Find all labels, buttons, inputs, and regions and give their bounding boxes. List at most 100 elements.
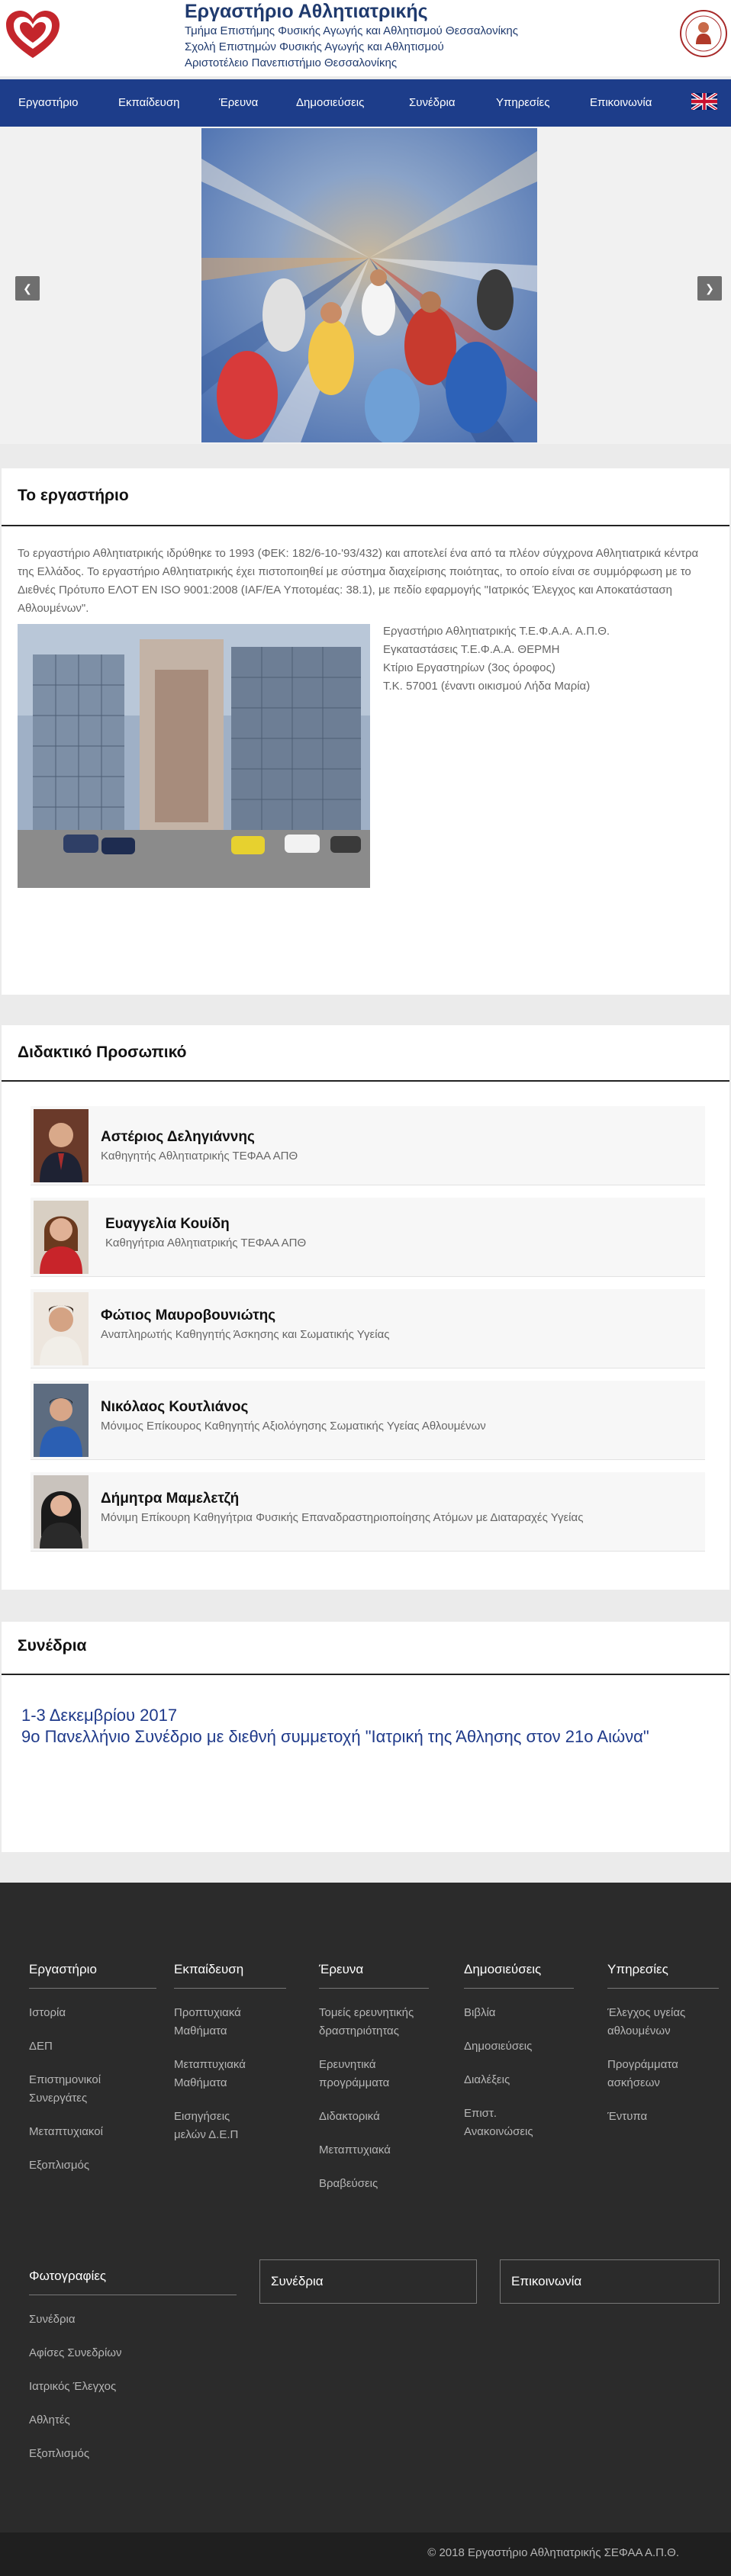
- staff-card[interactable]: Αστέριος Δεληγιάννης Καθηγητής Αθλητιατρ…: [31, 1106, 705, 1185]
- lab-address: Εργαστήριο Αθλητιατρικής Τ.Ε.Φ.Α.Α. Α.Π.…: [383, 622, 610, 696]
- staff-photo: [34, 1109, 89, 1182]
- footer-conferences-box[interactable]: Συνέδρια: [259, 2259, 477, 2304]
- lab-intro: Το εργαστήριο Αθλητιατρικής ιδρύθηκε το …: [18, 547, 699, 615]
- university-seal-icon[interactable]: [679, 9, 728, 58]
- marathon-runners-image: [201, 128, 537, 442]
- footer-link[interactable]: Επιστ. Ανακοινώσεις: [464, 2105, 555, 2141]
- hero-slider: ❮ ❯: [0, 127, 731, 444]
- heart-logo-icon[interactable]: [3, 8, 63, 63]
- footer-col-lab: Εργαστήριο Ιστορία ΔΕΠ Επιστημονικοί Συν…: [29, 1962, 156, 2175]
- nav-item-lab[interactable]: Εργαστήριο: [18, 79, 78, 127]
- slider-next-button[interactable]: ❯: [697, 276, 722, 301]
- university-line: Αριστοτέλειο Πανεπιστήμιο Θεσσαλονίκης: [185, 56, 398, 69]
- footer-col-services: Υπηρεσίες Έλεγχος υγείας αθλουμένων Προγ…: [607, 1962, 719, 2126]
- site-title[interactable]: Εργαστήριο Αθλητιατρικής: [185, 0, 518, 23]
- footer-col-publications: Δημοσιεύσεις Βιβλία Δημοσιεύσεις Διαλέξε…: [464, 1962, 574, 2141]
- footer-link[interactable]: Εισηγήσεις μελών Δ.Ε.Π: [174, 2108, 258, 2144]
- staff-card[interactable]: Φώτιος Μαυροβουνιώτης Αναπληρωτής Καθηγη…: [31, 1289, 705, 1368]
- staff-divider: [2, 1080, 729, 1082]
- copyright-text: © 2018 Εργαστήριο Αθλητιατρικής ΣΕΦΑΑ Α.…: [427, 2546, 679, 2559]
- footer-col-education: Εκπαίδευση Προπτυχιακά Μαθήματα Μεταπτυχ…: [174, 1962, 286, 2144]
- footer-heading[interactable]: Έρευνα: [319, 1962, 429, 1989]
- footer-link[interactable]: Μεταπτυχιακοί: [29, 2123, 156, 2141]
- nav-item-publications[interactable]: Δημοσιεύσεις: [296, 79, 364, 127]
- footer-link[interactable]: Εξοπλισμός: [29, 2156, 156, 2175]
- staff-role: Αναπληρωτής Καθηγητής Άσκησης και Σωματι…: [101, 1328, 390, 1341]
- conference-date[interactable]: 1-3 Δεκεμβρίου 2017: [21, 1706, 177, 1725]
- footer-link[interactable]: Προπτυχιακά Μαθήματα: [174, 2004, 266, 2041]
- brand: Εργαστήριο Αθλητιατρικής Τμήμα Επιστήμης…: [185, 0, 518, 71]
- footer-link[interactable]: Ερευνητικά προγράμματα: [319, 2056, 411, 2092]
- footer-link[interactable]: Δημοσιεύσεις: [464, 2037, 574, 2056]
- address-line: Εγκαταστάσεις Τ.Ε.Φ.Α.Α. ΘΕΡΜΗ: [383, 643, 560, 656]
- footer-link[interactable]: Ιατρικός Έλεγχος: [29, 2378, 237, 2396]
- footer-heading[interactable]: Δημοσιεύσεις: [464, 1962, 574, 1989]
- lab-divider: [2, 525, 729, 526]
- footer-link[interactable]: Ιστορία: [29, 2004, 156, 2022]
- footer-contact-box[interactable]: Επικοινωνία: [500, 2259, 720, 2304]
- staff-photo: [34, 1292, 89, 1365]
- staff-photo: [34, 1475, 89, 1548]
- staff-role: Μόνιμη Επίκουρη Καθηγήτρια Φυσικής Επανα…: [101, 1511, 584, 1524]
- footer-heading[interactable]: Φωτογραφίες: [29, 2269, 237, 2295]
- slider-prev-button[interactable]: ❮: [15, 276, 40, 301]
- footer-heading[interactable]: Εκπαίδευση: [174, 1962, 286, 1989]
- footer-link[interactable]: Προγράμματα ασκήσεων: [607, 2056, 699, 2092]
- footer-link[interactable]: Διδακτορικά: [319, 2108, 429, 2126]
- footer-link[interactable]: Μεταπτυχιακά: [319, 2141, 429, 2160]
- nav-item-services[interactable]: Υπηρεσίες: [496, 79, 549, 127]
- footer-col-photos: Φωτογραφίες Συνέδρια Αφίσες Συνεδρίων Ια…: [29, 2269, 237, 2463]
- footer-link[interactable]: Βραβεύσεις: [319, 2175, 429, 2193]
- lab-panel: Το εργαστήριο Το εργαστήριο Αθλητιατρική…: [2, 468, 729, 995]
- footer-link[interactable]: Εξοπλισμός: [29, 2445, 237, 2463]
- staff-role: Καθηγήτρια Αθλητιατρικής ΤΕΦΑΑ ΑΠΘ: [105, 1237, 307, 1249]
- staff-name[interactable]: Αστέριος Δεληγιάννης: [101, 1129, 255, 1146]
- footer-link[interactable]: Μεταπτυχιακά Μαθήματα: [174, 2056, 266, 2092]
- staff-name[interactable]: Φώτιος Μαυροβουνιώτης: [101, 1307, 275, 1324]
- school-line: Σχολή Επιστημών Φυσικής Αγωγής και Αθλητ…: [185, 40, 444, 53]
- footer-link[interactable]: Επιστημονικοί Συνεργάτες: [29, 2071, 121, 2108]
- staff-card[interactable]: Ευαγγελία Κουίδη Καθηγήτρια Αθλητιατρική…: [31, 1198, 705, 1277]
- footer-link[interactable]: Έλεγχος υγείας αθλουμένων: [607, 2004, 707, 2041]
- footer-heading[interactable]: Εργαστήριο: [29, 1962, 156, 1989]
- nav-item-conferences[interactable]: Συνέδρια: [409, 79, 456, 127]
- footer-link[interactable]: Αφίσες Συνεδρίων: [29, 2344, 237, 2362]
- footer-link[interactable]: Έντυπα: [607, 2108, 719, 2126]
- staff-card[interactable]: Δήμητρα Μαμελετζή Μόνιμη Επίκουρη Καθηγή…: [31, 1472, 705, 1552]
- nav-item-contact[interactable]: Επικοινωνία: [590, 79, 652, 127]
- nav-item-education[interactable]: Εκπαίδευση: [118, 79, 180, 127]
- footer-link[interactable]: Βιβλία: [464, 2004, 574, 2022]
- nav-item-research[interactable]: Έρευνα: [219, 79, 258, 127]
- staff-role: Μόνιμος Επίκουρος Καθηγητής Αξιολόγησης …: [101, 1420, 486, 1433]
- footer-col-research: Έρευνα Τομείς ερευνητικής δραστηριότητας…: [319, 1962, 429, 2193]
- lab-title: Το εργαστήριο: [18, 487, 129, 504]
- address-line: Κτίριο Εργαστηρίων (3ος όροφος): [383, 661, 555, 674]
- footer-link[interactable]: Τομείς ερευνητικής δραστηριότητας: [319, 2004, 418, 2041]
- conferences-divider: [2, 1674, 729, 1675]
- conferences-panel: Συνέδρια 1-3 Δεκεμβρίου 2017 9ο Πανελλήν…: [2, 1622, 729, 1852]
- staff-card[interactable]: Νικόλαος Κουτλιάνος Μόνιμος Επίκουρος Κα…: [31, 1381, 705, 1460]
- lab-building-image: [18, 624, 370, 888]
- uk-flag-icon[interactable]: [691, 93, 717, 110]
- staff-photo: [34, 1384, 89, 1457]
- staff-title: Διδακτικό Προσωπικό: [18, 1044, 187, 1061]
- footer-link[interactable]: ΔΕΠ: [29, 2037, 156, 2056]
- department-line: Τμήμα Επιστήμης Φυσικής Αγωγής και Αθλητ…: [185, 24, 518, 37]
- staff-name[interactable]: Δήμητρα Μαμελετζή: [101, 1491, 239, 1507]
- footer-heading[interactable]: Υπηρεσίες: [607, 1962, 719, 1989]
- staff-role: Καθηγητής Αθλητιατρικής ΤΕΦΑΑ ΑΠΘ: [101, 1150, 298, 1163]
- footer-link[interactable]: Διαλέξεις: [464, 2071, 574, 2089]
- staff-name[interactable]: Νικόλαος Κουτλιάνος: [101, 1399, 248, 1416]
- address-line: Εργαστήριο Αθλητιατρικής Τ.Ε.Φ.Α.Α. Α.Π.…: [383, 625, 610, 638]
- copyright-bar: © 2018 Εργαστήριο Αθλητιατρικής ΣΕΦΑΑ Α.…: [0, 2533, 731, 2576]
- conferences-title: Συνέδρια: [18, 1637, 87, 1655]
- conference-link[interactable]: 9ο Πανελλήνιο Συνέδριο με διεθνή συμμετο…: [21, 1727, 693, 1747]
- staff-name[interactable]: Ευαγγελία Κουίδη: [105, 1216, 230, 1233]
- address-line: Τ.Κ. 57001 (έναντι οικισμού Λήδα Μαρία): [383, 680, 591, 693]
- footer-link[interactable]: Αθλητές: [29, 2411, 237, 2430]
- main-nav: Εργαστήριο Εκπαίδευση Έρευνα Δημοσιεύσει…: [0, 79, 731, 127]
- staff-panel: Διδακτικό Προσωπικό Αστέριος Δεληγιάννης…: [2, 1025, 729, 1590]
- footer-link[interactable]: Συνέδρια: [29, 2311, 237, 2329]
- site-header: Εργαστήριο Αθλητιατρικής Τμήμα Επιστήμης…: [0, 0, 731, 76]
- staff-photo: [34, 1201, 89, 1274]
